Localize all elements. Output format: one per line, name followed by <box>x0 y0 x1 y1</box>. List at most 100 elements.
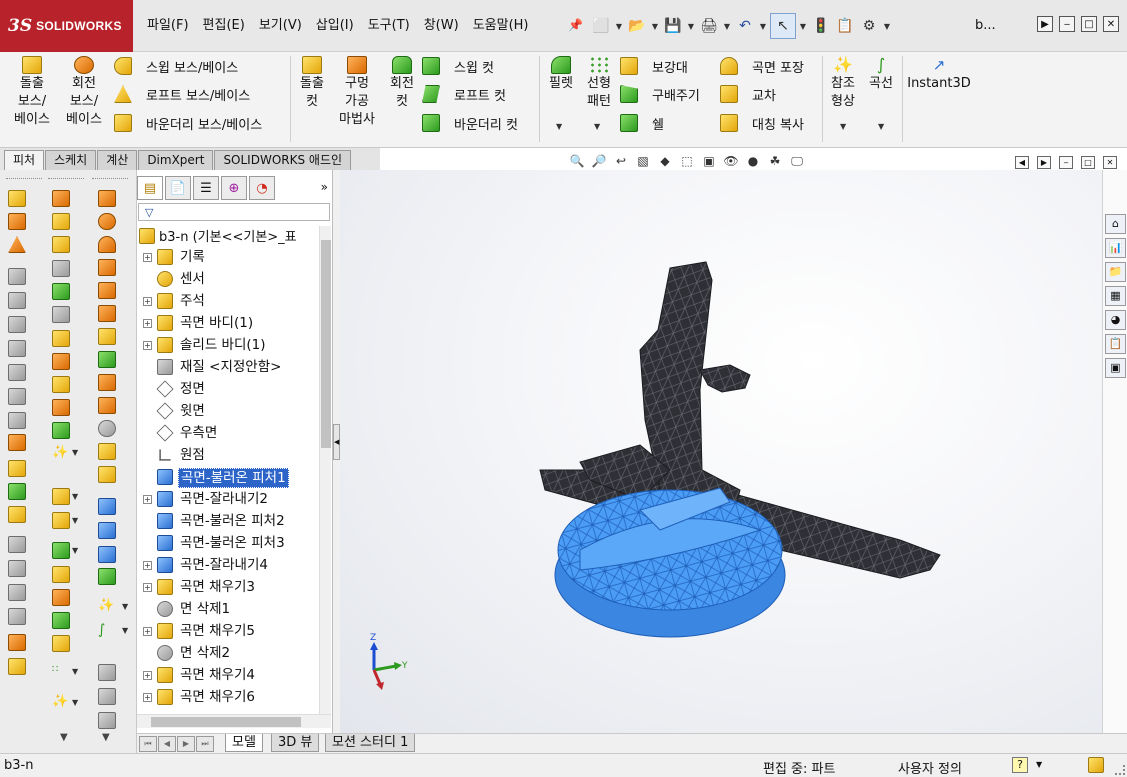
sketch-tool-icon[interactable] <box>52 635 70 652</box>
feature-tool-icon[interactable] <box>8 634 26 651</box>
appearances-icon[interactable]: ◕ <box>1105 310 1126 330</box>
menu-insert[interactable]: 삽입(I) <box>309 0 361 52</box>
feature-tool-icon[interactable] <box>8 560 26 577</box>
select-caret-icon[interactable]: ▼ <box>798 15 808 37</box>
shell-button[interactable]: 쉘 <box>620 111 664 135</box>
menu-view[interactable]: 보기(V) <box>252 0 309 52</box>
expand-node-icon[interactable]: + <box>143 495 152 504</box>
surface-tool-icon[interactable] <box>98 712 116 729</box>
feature-tool-icon[interactable] <box>8 460 26 477</box>
surface-tool-icon[interactable]: ✨ <box>98 598 116 615</box>
menu-tools[interactable]: 도구(T) <box>361 0 417 52</box>
sketch-tool-icon[interactable] <box>52 612 70 629</box>
tree-item[interactable]: + 곡면 채우기5 <box>137 620 321 642</box>
tag-icon[interactable] <box>1088 757 1104 773</box>
surface-tool-icon[interactable] <box>98 282 116 299</box>
boundary-cut-button[interactable]: 바운더리 컷 <box>422 111 518 135</box>
sketch-tool-icon[interactable]: ∷ <box>52 664 70 681</box>
sketch-tool-icon[interactable] <box>52 353 70 370</box>
revolve-cut-button[interactable]: 회전 컷 <box>386 56 418 111</box>
feature-tool-icon[interactable] <box>8 483 26 500</box>
tree-item[interactable]: 원점 <box>137 444 321 466</box>
extrude-boss-button[interactable]: 돌출 보스/ 베이스 <box>12 56 52 129</box>
select-pointer-icon[interactable]: ↖ <box>770 13 796 39</box>
open-caret-icon[interactable]: ▼ <box>650 15 660 37</box>
sketch-tool-icon[interactable] <box>52 542 70 559</box>
feature-tool-icon[interactable] <box>8 340 26 357</box>
surface-tool-icon[interactable] <box>98 420 116 437</box>
sketch-tool-icon[interactable] <box>52 236 70 253</box>
minimize-icon[interactable]: ‒ <box>1059 16 1075 32</box>
surface-tool-icon[interactable] <box>98 688 116 705</box>
help-icon[interactable]: ? <box>1012 757 1028 773</box>
save-icon[interactable]: 💾 <box>662 15 684 37</box>
tree-item[interactable]: + 주석 <box>137 290 321 312</box>
tree-horizontal-scrollbar[interactable] <box>137 714 331 728</box>
pattern-caret-icon[interactable]: ▼ <box>594 122 600 131</box>
fillet-button[interactable]: 필렛 <box>544 56 578 93</box>
undo-icon[interactable]: ↶ <box>734 15 756 37</box>
graphics-area[interactable]: Z Y <box>340 170 1102 733</box>
menu-edit[interactable]: 편집(E) <box>196 0 252 52</box>
expand-node-icon[interactable]: + <box>143 253 152 262</box>
surface-tool-icon[interactable] <box>98 466 116 483</box>
expand-node-icon[interactable]: + <box>143 561 152 570</box>
tab-sketch[interactable]: 스케치 <box>45 150 97 170</box>
dimxpert-manager-tab-icon[interactable]: ⊕ <box>221 176 247 200</box>
loft-cut-button[interactable]: 로프트 컷 <box>422 82 506 106</box>
configuration-manager-tab-icon[interactable]: ☰ <box>193 176 219 200</box>
revolve-boss-button[interactable]: 회전 보스/ 베이스 <box>62 56 106 129</box>
zoom-to-fit-icon[interactable]: 🔍 <box>568 154 586 170</box>
surface-tool-icon[interactable] <box>98 259 116 276</box>
custom-properties-icon[interactable]: 📋 <box>1105 334 1126 354</box>
curves-button[interactable]: ∫ 곡선 <box>864 56 898 93</box>
forum-icon[interactable]: ▣ <box>1105 358 1126 378</box>
tree-item[interactable]: 정면 <box>137 378 321 400</box>
tree-item[interactable]: 곡면-불러온 피처3 <box>137 532 321 554</box>
tool-caret-icon[interactable]: ▼ <box>122 626 128 635</box>
tree-item[interactable]: 재질 <지정안함> <box>137 356 321 378</box>
new-caret-icon[interactable]: ▼ <box>614 15 624 37</box>
tree-item[interactable]: 면 삭제2 <box>137 642 321 664</box>
design-library-icon[interactable]: 📊 <box>1105 238 1126 258</box>
rebuild-traffic-light-icon[interactable]: 🚦 <box>810 15 832 37</box>
rib-button[interactable]: 보강대 <box>620 54 688 78</box>
menu-window[interactable]: 창(W) <box>417 0 466 52</box>
sketch-tool-icon[interactable] <box>52 190 70 207</box>
display-manager-tab-icon[interactable]: ◔ <box>249 176 275 200</box>
feature-tree-filter[interactable]: ▽ <box>138 203 330 221</box>
viewport-close-icon[interactable]: ✕ <box>1103 156 1117 169</box>
file-properties-icon[interactable]: 📋 <box>834 15 856 37</box>
reference-geometry-button[interactable]: ✨ 참조 형상 <box>826 56 860 111</box>
options-gear-icon[interactable]: ⚙ <box>858 15 880 37</box>
surface-tool-icon[interactable] <box>98 351 116 368</box>
feature-tool-icon[interactable] <box>8 213 26 230</box>
tree-item[interactable]: 우측면 <box>137 422 321 444</box>
feature-tool-icon[interactable] <box>8 506 26 523</box>
expand-node-icon[interactable]: + <box>143 583 152 592</box>
tool-caret-icon[interactable]: ▼ <box>122 602 128 611</box>
tree-item[interactable]: + 곡면 채우기6 <box>137 686 321 708</box>
sweep-boss-button[interactable]: 스윕 보스/베이스 <box>114 54 238 78</box>
tool-caret-icon[interactable]: ▼ <box>72 698 78 707</box>
expand-node-icon[interactable]: + <box>143 319 152 328</box>
options-caret-icon[interactable]: ▼ <box>882 15 892 37</box>
undo-caret-icon[interactable]: ▼ <box>758 15 768 37</box>
feature-tool-icon[interactable] <box>8 434 26 451</box>
boundary-boss-button[interactable]: 바운더리 보스/베이스 <box>114 111 262 135</box>
tab-3d-view[interactable]: 3D 뷰 <box>271 734 320 752</box>
expand-toolbar-icon[interactable]: ▼ <box>60 732 78 749</box>
feature-tool-icon[interactable] <box>8 364 26 381</box>
expand-node-icon[interactable]: + <box>143 693 152 702</box>
surface-tool-icon[interactable] <box>98 664 116 681</box>
new-document-icon[interactable]: ⬜ <box>590 15 612 37</box>
view-orientation-icon[interactable]: ⬚ <box>678 154 696 170</box>
solidworks-logo[interactable]: 3S SOLIDWORKS <box>0 0 133 52</box>
surface-tool-icon[interactable] <box>98 305 116 322</box>
menu-file[interactable]: 파일(F) <box>140 0 196 52</box>
sketch-tool-icon[interactable] <box>52 399 70 416</box>
first-tab-icon[interactable]: ⏮ <box>139 736 157 752</box>
menu-help[interactable]: 도움말(H) <box>466 0 536 52</box>
tool-caret-icon[interactable]: ▼ <box>72 667 78 676</box>
ref-geometry-caret-icon[interactable]: ▼ <box>840 122 846 131</box>
